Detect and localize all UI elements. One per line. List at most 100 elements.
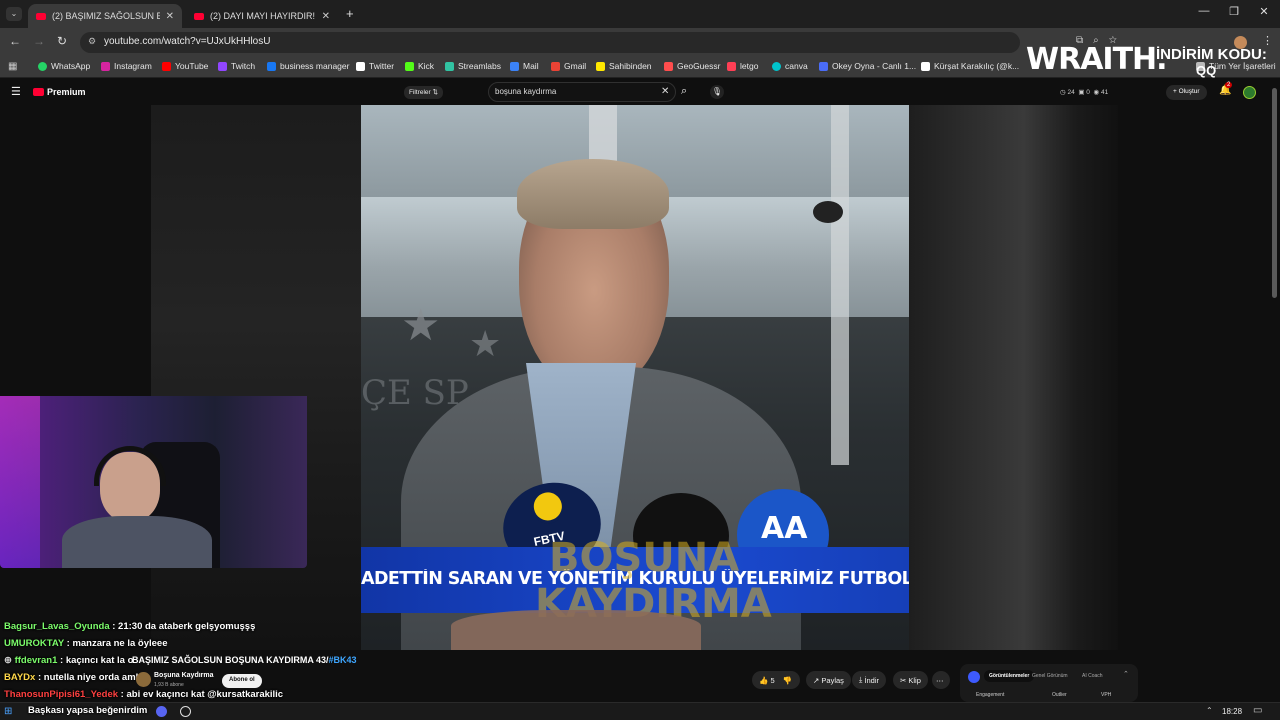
- chat-text: Başkası yapsa beğenirdim: [28, 705, 148, 716]
- mic-icon[interactable]: 🎙: [710, 85, 724, 99]
- filters-label: Filtreler: [409, 89, 431, 96]
- bookmark-instagram[interactable]: Instagram: [101, 61, 152, 71]
- chat-text: : kaçıncı kat la o: [57, 655, 134, 666]
- clip-button[interactable]: ✂ Klip: [893, 671, 928, 689]
- bookmark-label: Mail: [523, 61, 539, 71]
- page-scrollbar[interactable]: [1272, 88, 1277, 298]
- download-label: İndir: [864, 675, 880, 685]
- channel-avatar[interactable]: [1243, 86, 1256, 99]
- stat-3: 41: [1101, 89, 1109, 96]
- okey-icon: [819, 61, 828, 71]
- tab-list-button[interactable]: ⌄: [6, 7, 22, 21]
- bookmark-label: Sahibinden: [609, 61, 652, 71]
- url-text: youtube.com/watch?v=UJxUkHHlosU: [104, 36, 271, 47]
- browser-tab-2[interactable]: (2) DAYI MAYI HAYIRDIR! Türki ✕: [186, 4, 338, 28]
- subscribe-label: Abone ol: [229, 677, 255, 683]
- bookmark-okey[interactable]: Okey Oyna - Canlı 1...: [819, 61, 916, 71]
- chat-message: BAYDx : nutella niye orda amk: [4, 672, 141, 683]
- new-tab-button[interactable]: +: [346, 6, 354, 21]
- start-icon[interactable]: ⊞: [4, 706, 12, 717]
- whatsapp-icon: [38, 61, 47, 71]
- share-button[interactable]: ↗ Paylaş: [806, 671, 851, 689]
- bookmark-kick[interactable]: Kick: [405, 61, 434, 71]
- bookmark-gmail[interactable]: Gmail: [551, 61, 586, 71]
- close-tab-icon[interactable]: ✕: [166, 11, 174, 22]
- bookmark-label: Twitch: [231, 61, 256, 71]
- thumbs-down-icon[interactable]: 👎: [783, 676, 792, 685]
- bookmark-streamlabs[interactable]: Streamlabs: [445, 61, 501, 71]
- bookmark-label: Okey Oyna - Canlı 1...: [832, 61, 917, 71]
- bookmark-canva[interactable]: canva: [772, 61, 808, 71]
- panel-collapse-icon[interactable]: ⌃: [1123, 670, 1129, 678]
- apps-grid-icon[interactable]: ▦: [8, 61, 17, 72]
- bookmark-label: Streamlabs: [458, 61, 501, 71]
- close-window-button[interactable]: ✕: [1254, 5, 1274, 18]
- panel-tab-ai-coach[interactable]: AI Coach: [1082, 673, 1103, 679]
- tray-chevron-icon[interactable]: ⌃: [1206, 706, 1213, 715]
- rgb-light: [0, 396, 40, 568]
- filters-button[interactable]: Filtreler ⇅: [404, 86, 443, 99]
- panel-tab-views[interactable]: Görüntülenmeler: [984, 670, 1035, 682]
- address-bar[interactable]: ⚙ youtube.com/watch?v=UJxUkHHlosU: [80, 32, 1020, 53]
- download-button[interactable]: ⤓ İndir: [852, 671, 887, 689]
- forward-arrow-icon[interactable]: →: [33, 34, 45, 48]
- channel-avatar-small[interactable]: [136, 672, 151, 687]
- youtube-icon: [162, 61, 171, 71]
- chat-text: : manzara ne la öyleee: [64, 638, 168, 649]
- streamer-shirt: [62, 516, 212, 568]
- bookmark-business-manager[interactable]: business manager: [267, 61, 349, 71]
- bookmark-letgo[interactable]: letgo: [727, 61, 758, 71]
- search-input[interactable]: boşuna kaydırma ✕: [488, 82, 676, 102]
- bookmark-youtube[interactable]: YouTube: [162, 61, 208, 71]
- person-hair: [517, 159, 669, 229]
- close-tab-icon[interactable]: ✕: [322, 11, 330, 22]
- create-button[interactable]: + Oluştur: [1166, 85, 1207, 100]
- geoguessr-icon: [664, 61, 673, 71]
- taskbar-app-obs-icon[interactable]: [180, 706, 191, 717]
- chat-text: : 21:30 da ataberk gelşyomuşşş: [109, 621, 256, 632]
- youtube-header: ☰ Premium Filtreler ⇅ boşuna kaydırma ✕ …: [0, 79, 1280, 105]
- site-info-icon[interactable]: ⚙: [88, 36, 96, 47]
- chat-message: UMUROKTAY : manzara ne la öyleee: [4, 638, 168, 649]
- chat-text: : abi ev kaçıncı kat @kursatkarakilic: [118, 689, 284, 700]
- bookmark-geoguessr[interactable]: GeoGuessr: [664, 61, 720, 71]
- promo-code: QQ: [1196, 63, 1217, 78]
- search-icon[interactable]: ⌕: [681, 85, 687, 98]
- bookmark-whatsapp[interactable]: WhatsApp: [38, 61, 90, 71]
- channel-name[interactable]: Boşuna Kaydırma: [154, 672, 214, 679]
- clear-search-icon[interactable]: ✕: [661, 86, 669, 97]
- create-label: Oluştur: [1178, 88, 1200, 95]
- instagram-icon: [101, 61, 110, 71]
- bookmark-sahibinden[interactable]: Sahibinden: [596, 61, 652, 71]
- taskbar-app-discord-icon[interactable]: [156, 706, 167, 717]
- bookmark-kursat[interactable]: Kürşat Karakılıç (@k...: [921, 61, 1019, 71]
- chat-message: Bagsur_Lavas_Oyunda : 21:30 da ataberk g…: [4, 621, 255, 632]
- panel-col-vph: VPH: [1101, 692, 1112, 698]
- hamburger-menu-icon[interactable]: ☰: [11, 85, 21, 98]
- subscribe-button[interactable]: Abone ol: [222, 674, 262, 688]
- reload-icon[interactable]: ↻: [57, 34, 67, 48]
- video-player[interactable]: ★ ★ ÇE SP FBTV AA ADETTİN SARAN VE YÖNET…: [151, 105, 1118, 650]
- x-icon: [356, 61, 365, 71]
- thumbs-up-icon[interactable]: 👍: [759, 676, 768, 685]
- bookmark-label: business manager: [280, 61, 350, 71]
- browser-tab-1[interactable]: (2) BAŞIMIZ SAĞOLSUN BOŞUN ✕: [28, 4, 182, 28]
- video-title: BAŞIMIZ SAĞOLSUN BOŞUNA KAYDIRMA 43/#BK4…: [132, 655, 357, 665]
- scissors-icon: ✂: [900, 675, 907, 685]
- video-hashtag[interactable]: #BK43: [329, 655, 357, 665]
- notifications-icon[interactable]: ▭: [1253, 705, 1262, 716]
- restore-button[interactable]: ❐: [1224, 5, 1244, 18]
- youtube-logo[interactable]: Premium: [33, 87, 86, 97]
- panel-tab-overview[interactable]: Genel Görünüm: [1032, 673, 1068, 679]
- share-icon: ↗: [813, 675, 820, 685]
- youtube-favicon-icon: [36, 12, 46, 20]
- bookmark-twitch[interactable]: Twitch: [218, 61, 255, 71]
- bookmark-mail[interactable]: Mail: [510, 61, 539, 71]
- sahibinden-icon: [596, 61, 605, 71]
- more-actions-button[interactable]: ⋯: [932, 671, 950, 689]
- minimize-button[interactable]: —: [1194, 5, 1214, 17]
- video-frame: ★ ★ ÇE SP FBTV AA ADETTİN SARAN VE YÖNET…: [361, 105, 909, 650]
- bookmark-twitter[interactable]: Twitter: [356, 61, 394, 71]
- back-arrow-icon[interactable]: ←: [9, 34, 21, 48]
- chat-username: Bagsur_Lavas_Oyunda: [4, 621, 110, 632]
